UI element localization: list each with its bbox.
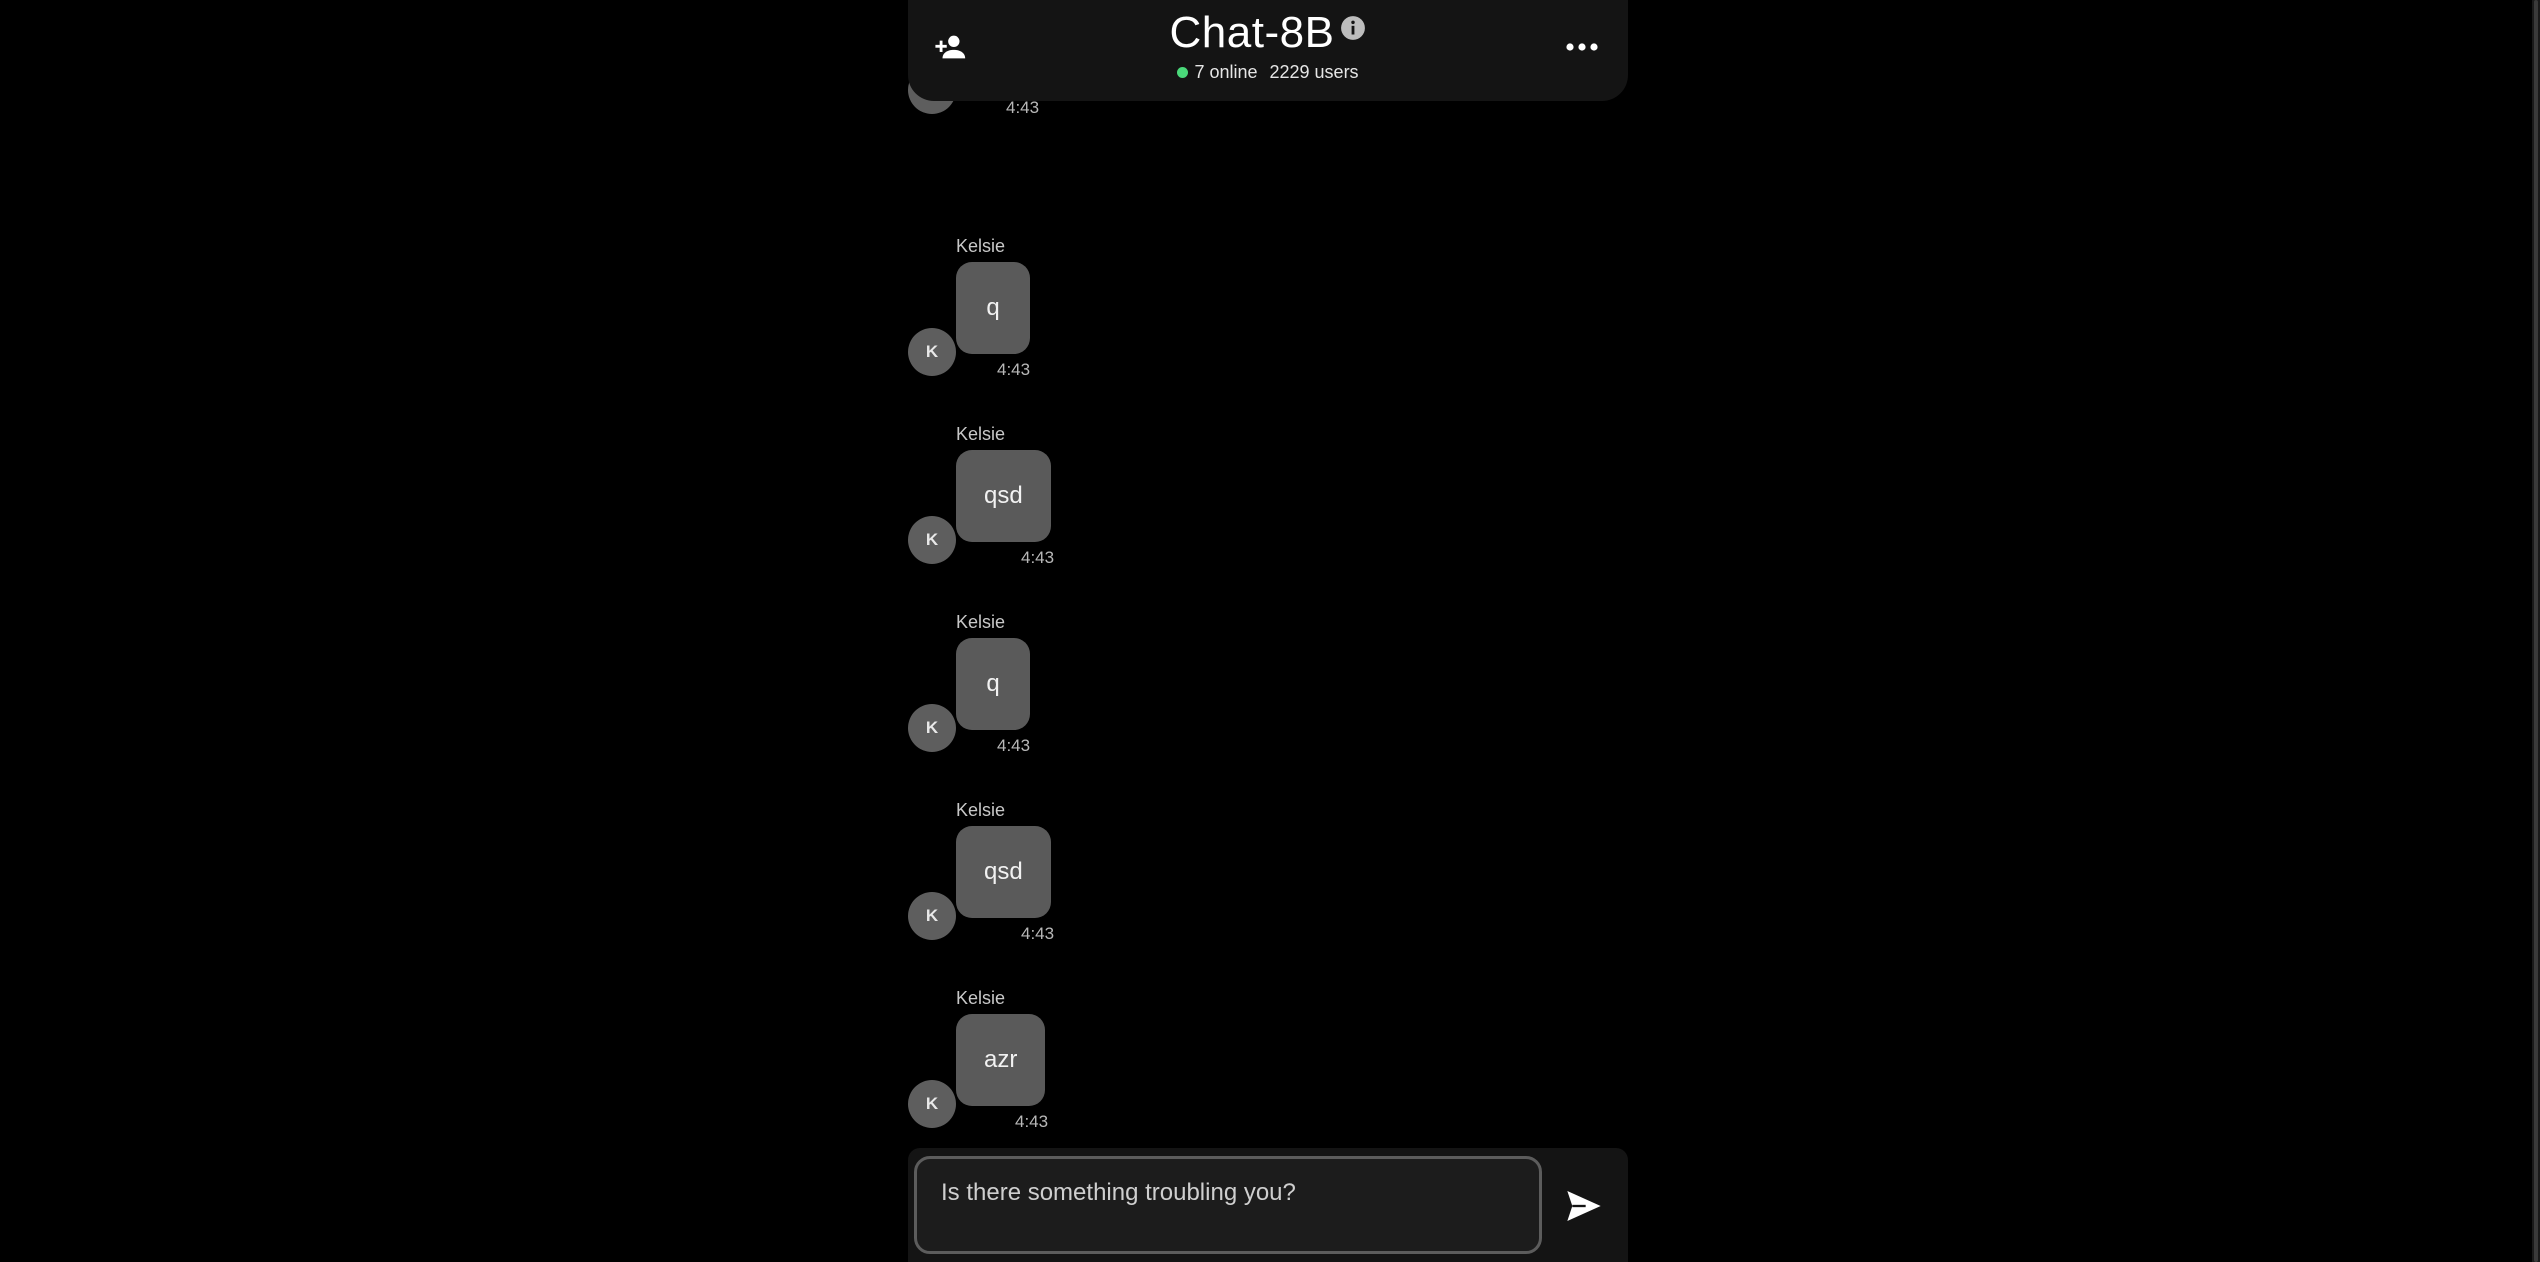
message-time: 4:43 bbox=[1021, 548, 1055, 567]
message-sender: Kelsie bbox=[956, 612, 1006, 632]
avatar[interactable]: K bbox=[908, 328, 956, 376]
message-item: Kelsie qsd K 4:43 bbox=[908, 424, 1628, 604]
message-bubble[interactable]: qsd bbox=[956, 450, 1051, 542]
chat-status: 7 online 2229 users bbox=[908, 62, 1628, 83]
message-item: Kelsie q K 4:43 bbox=[908, 236, 1628, 416]
online-count: 7 online bbox=[1194, 62, 1258, 82]
avatar[interactable]: K bbox=[908, 516, 956, 564]
avatar[interactable]: K bbox=[908, 1080, 956, 1128]
message-list[interactable]: ds K 4:43 Kelsie q K 4:43 Kelsie qsd K 4… bbox=[908, 0, 1628, 1140]
message-input[interactable] bbox=[914, 1156, 1542, 1254]
message-time: 4:43 bbox=[997, 736, 1031, 755]
message-time: 4:43 bbox=[997, 360, 1031, 379]
chat-header: Chat-8B 7 online 2229 users bbox=[908, 0, 1628, 101]
message-composer bbox=[908, 1148, 1628, 1262]
info-icon[interactable] bbox=[1340, 15, 1366, 41]
send-icon[interactable] bbox=[1564, 1186, 1604, 1226]
message-item: Kelsie azr K 4:43 bbox=[908, 988, 1628, 1168]
chat-title: Chat-8B bbox=[1169, 8, 1335, 57]
message-time: 4:43 bbox=[1021, 924, 1055, 943]
more-horizontal-icon[interactable] bbox=[1562, 30, 1602, 64]
message-bubble[interactable]: q bbox=[956, 638, 1030, 730]
avatar[interactable]: K bbox=[908, 704, 956, 752]
message-time: 4:43 bbox=[1015, 1112, 1049, 1131]
message-sender: Kelsie bbox=[956, 424, 1006, 444]
message-bubble[interactable]: qsd bbox=[956, 826, 1051, 918]
message-sender: Kelsie bbox=[956, 988, 1006, 1008]
message-item: Kelsie q K 4:43 bbox=[908, 612, 1628, 792]
online-indicator bbox=[1177, 67, 1189, 78]
chat-title-area: Chat-8B 7 online 2229 users bbox=[908, 8, 1628, 83]
chat-app: ds K 4:43 Kelsie q K 4:43 Kelsie qsd K 4… bbox=[908, 0, 1628, 1262]
message-time: 4:43 bbox=[1006, 98, 1040, 117]
avatar[interactable]: K bbox=[908, 892, 956, 940]
users-count: 2229 users bbox=[1269, 62, 1359, 82]
message-bubble[interactable]: q bbox=[956, 262, 1030, 354]
message-bubble[interactable]: azr bbox=[956, 1014, 1046, 1106]
message-sender: Kelsie bbox=[956, 800, 1006, 820]
message-item: Kelsie qsd K 4:43 bbox=[908, 800, 1628, 980]
scrollbar-thumb[interactable] bbox=[2534, 0, 2538, 1262]
message-sender: Kelsie bbox=[956, 236, 1006, 256]
